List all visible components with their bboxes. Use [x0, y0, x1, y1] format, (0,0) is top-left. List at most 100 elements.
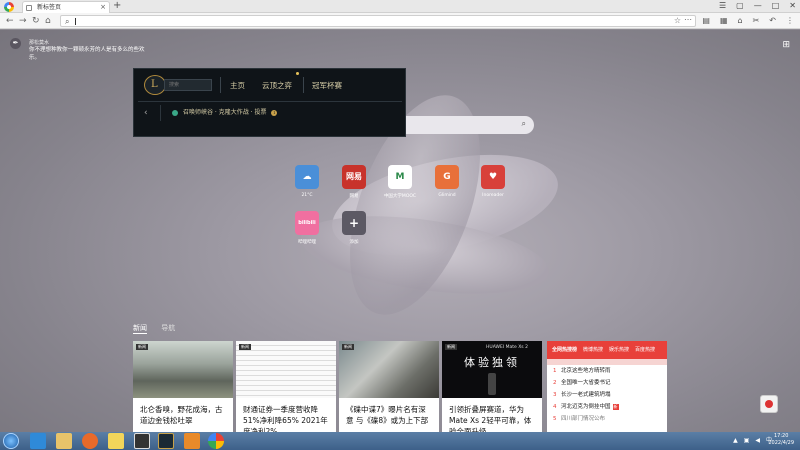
- news-card[interactable]: 新闻 《碟中谍7》曝片名有深意 与《碟8》或为上下部: [339, 341, 439, 432]
- hot-rank: 4: [553, 404, 557, 410]
- tab-baidu-hot[interactable]: 百度热搜: [635, 341, 655, 359]
- news-title: 财通证券一季度营收降51%净利降65% 2021年度净利2%: [243, 405, 328, 432]
- maximize-button[interactable]: □: [772, 0, 780, 12]
- browser-logo-icon[interactable]: [4, 2, 14, 12]
- address-bar[interactable]: ⌕ ☆ ⋯: [60, 15, 696, 27]
- shortcut-bilibili[interactable]: bilibili 哔哩哔哩: [287, 211, 327, 245]
- tab-all-hot[interactable]: 全网热搜榜: [552, 341, 577, 359]
- news-card[interactable]: 新闻 HUAWEI Mate Xs 2 体验独领 引领折叠屏赛道，华为Mate …: [442, 341, 542, 432]
- divider: [220, 77, 221, 93]
- hot-item[interactable]: 1 北京这些地方晴转雨: [547, 365, 667, 377]
- news-title: 引领折叠屏赛道，华为Mate Xs 2轻平可靠，体验全面升级: [449, 405, 532, 432]
- home-tool-icon[interactable]: ⌂: [738, 15, 743, 27]
- news-title: 北仑香嗅，野花成海，古道边金钱松吐翠: [140, 405, 223, 425]
- shortcut-mooc[interactable]: M 中国大学MOOC: [380, 165, 420, 199]
- tab-title: 新标签页: [37, 4, 62, 11]
- search-icon: ⌕: [65, 17, 70, 26]
- search-box[interactable]: ⌕: [406, 116, 534, 134]
- app-orange-icon[interactable]: [184, 433, 200, 449]
- hot-item[interactable]: 2 全国唯一大省委书记: [547, 377, 667, 389]
- close-window-button[interactable]: ✕: [789, 0, 796, 12]
- tab-news[interactable]: 新闻: [133, 324, 147, 334]
- tab-ent-hot[interactable]: 娱乐热搜: [609, 341, 629, 359]
- forward-button[interactable]: →: [19, 15, 27, 27]
- hot-item[interactable]: 5 四川部门情况公布: [547, 413, 667, 425]
- hot-text: 长沙一老式建筑坍塌: [561, 392, 611, 398]
- text-caret: [75, 18, 76, 25]
- news-card[interactable]: 新闻 财通证券一季度营收降51%净利降65% 2021年度净利2%: [236, 341, 336, 432]
- bilibili-icon: bilibili: [295, 211, 319, 235]
- news-image: 新闻: [133, 341, 233, 398]
- shortcut-inoreader[interactable]: ♥ Inoreader: [473, 165, 513, 198]
- search-icon[interactable]: ⌕: [522, 119, 526, 129]
- tab-weibo-hot[interactable]: 微博热搜: [583, 341, 603, 359]
- overlay-nav-home[interactable]: 主页: [230, 80, 245, 91]
- volume-icon[interactable]: ◀: [755, 434, 760, 447]
- overlay-nav-tft[interactable]: 云顶之弈: [262, 80, 292, 91]
- divider: [138, 101, 402, 102]
- overlay-search-input[interactable]: 搜索: [164, 79, 212, 91]
- league-logo-icon[interactable]: [144, 75, 166, 95]
- page-icon: [26, 5, 32, 11]
- news-tag: 新闻: [239, 344, 251, 350]
- close-tab-button[interactable]: ×: [100, 2, 106, 13]
- shortcut-label: 21°C: [301, 193, 313, 198]
- reload-button[interactable]: ↻: [32, 15, 40, 27]
- folder-icon[interactable]: [56, 433, 72, 449]
- network-icon[interactable]: ▣: [744, 434, 750, 447]
- shortcut-label: 哔哩哔哩: [298, 240, 316, 245]
- shortcut-weather[interactable]: ☁ 21°C: [287, 165, 327, 198]
- media-player-icon[interactable]: [82, 433, 98, 449]
- quote-pen-icon[interactable]: ✒: [10, 38, 21, 49]
- news-image: 新闻: [236, 341, 336, 398]
- hot-rank: 3: [553, 392, 557, 398]
- shortcut-glimind[interactable]: G Glimind: [427, 165, 467, 198]
- minimize-button[interactable]: —: [754, 0, 762, 12]
- notification-dot: [296, 72, 299, 75]
- reader-icon[interactable]: ▤: [702, 15, 710, 27]
- ie-icon[interactable]: [30, 433, 46, 449]
- tab-navigation[interactable]: 导航: [161, 324, 175, 332]
- league-client-icon[interactable]: [158, 433, 174, 449]
- shortcut-netease[interactable]: 网易 网易: [334, 165, 374, 199]
- system-tray: ▲ ▣ ◀ 中: [733, 434, 772, 447]
- tray-arrow-icon[interactable]: ▲: [733, 434, 738, 447]
- hot-search-panel: 全网热搜榜 微博热搜 娱乐热搜 百度热搜 1 北京这些地方晴转雨 2 全国唯一大省委…: [547, 341, 667, 432]
- back-button[interactable]: ←: [6, 15, 14, 27]
- floating-widget-icon[interactable]: [760, 395, 778, 413]
- new-tab-page: ✒ 那松莫水 你不理想种教你一颗顿永芳的人是有多么的些欢乐。 ⊞ ⌕ 搜索 主页…: [0, 30, 800, 432]
- bookmark-star-icon[interactable]: ☆: [674, 16, 681, 25]
- overlay-nav-cup[interactable]: 冠军杯赛: [312, 80, 342, 91]
- tab-new-tab[interactable]: 新标签页 ×: [22, 1, 110, 13]
- apps-grid-icon[interactable]: ⊞: [782, 40, 790, 50]
- hot-item[interactable]: 4 河北迈克为倒挂中国新: [547, 401, 667, 413]
- more-icon[interactable]: ⋯: [684, 15, 692, 24]
- screenshot-icon[interactable]: ✂: [753, 15, 760, 27]
- home-button[interactable]: ⌂: [45, 15, 51, 27]
- hot-text: 北京这些地方晴转雨: [561, 368, 611, 374]
- right-toolbar: ▤ ▦ ⌂ ✂ ↶ ⋮: [702, 15, 794, 27]
- browser-taskbar-icon[interactable]: [208, 433, 224, 449]
- clock[interactable]: 17:20 2022/4/29: [768, 433, 794, 447]
- menu-icon[interactable]: ☰: [719, 0, 726, 12]
- event-icon: [172, 110, 178, 116]
- hot-rank: 5: [553, 416, 557, 422]
- skin-icon[interactable]: ▢: [736, 0, 744, 12]
- hot-rank: 2: [553, 380, 557, 386]
- netease-icon: 网易: [342, 165, 366, 189]
- qq-icon[interactable]: [108, 433, 124, 449]
- apps-icon[interactable]: ▦: [720, 15, 728, 27]
- app-g-icon[interactable]: [134, 433, 150, 449]
- undo-icon[interactable]: ↶: [769, 15, 776, 27]
- back-chevron-icon[interactable]: ‹: [144, 108, 148, 118]
- overflow-menu-icon[interactable]: ⋮: [786, 15, 794, 27]
- hot-item[interactable]: 3 长沙一老式建筑坍塌: [547, 389, 667, 401]
- new-tab-button[interactable]: +: [113, 0, 121, 12]
- start-button[interactable]: [3, 433, 19, 449]
- news-title: 《碟中谍7》曝片名有深意 与《碟8》或为上下部: [346, 405, 429, 425]
- overlay-subbar[interactable]: 召唤师峡谷 · 克隆大作战 · 投票 1: [160, 105, 402, 121]
- shortcut-add[interactable]: + 添加: [334, 211, 374, 245]
- news-tabs: 新闻 导航: [133, 323, 187, 334]
- news-tag: 新闻: [445, 344, 457, 350]
- news-card[interactable]: 新闻 北仑香嗅，野花成海，古道边金钱松吐翠: [133, 341, 233, 432]
